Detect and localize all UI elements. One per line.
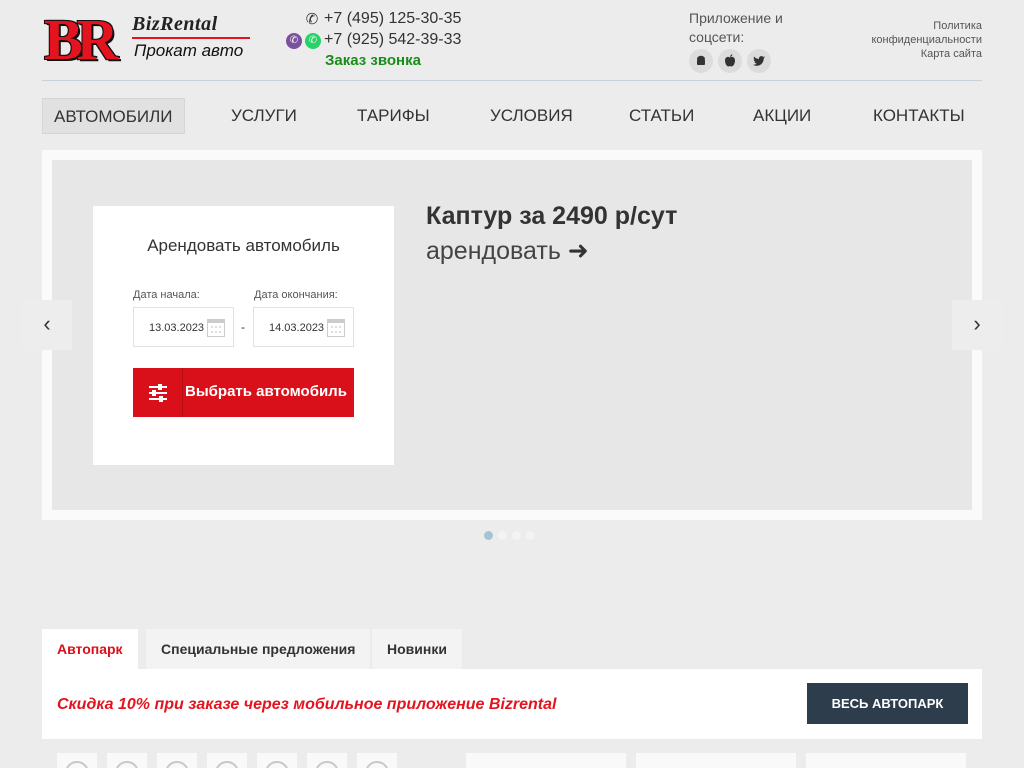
- slider-dot[interactable]: [484, 531, 493, 540]
- brand-logo[interactable]: [307, 753, 347, 768]
- tab-new[interactable]: Новинки: [372, 629, 462, 669]
- brand-logo[interactable]: [57, 753, 97, 768]
- slider-next-button[interactable]: ›: [952, 300, 1002, 350]
- brand-logo-icon: [65, 761, 89, 768]
- apple-icon[interactable]: [718, 49, 742, 73]
- brand-logo[interactable]: [157, 753, 197, 768]
- calendar-icon: [327, 319, 345, 337]
- slider-dot[interactable]: [512, 531, 521, 540]
- header-divider: [42, 80, 982, 81]
- phone-number[interactable]: +7 (925) 542-39-33: [324, 31, 461, 49]
- start-date-field[interactable]: 13.03.2023: [133, 307, 234, 347]
- apps-block: Приложение и соцсети:: [689, 9, 819, 73]
- slide-rent-link[interactable]: арендовать ➜: [426, 236, 589, 266]
- slider-dot[interactable]: [498, 531, 507, 540]
- slider-dot[interactable]: [526, 531, 535, 540]
- tab-special-offers[interactable]: Специальные предложения: [146, 629, 371, 669]
- start-date-label: Дата начала:: [133, 289, 200, 301]
- phone-block: ✆ +7 (495) 125-30-35 ✆ ✆ +7 (925) 542-39…: [286, 9, 486, 69]
- date-separator: -: [241, 320, 245, 334]
- brand-logo-icon: [165, 761, 189, 768]
- end-date-value: 14.03.2023: [269, 322, 325, 334]
- brand-logo-icon: [365, 761, 389, 768]
- brand-logo[interactable]: [207, 753, 247, 768]
- phone-row-primary[interactable]: ✆ +7 (495) 125-30-35: [286, 9, 486, 30]
- arrow-right-icon: ➜: [567, 237, 589, 265]
- choose-car-label: Выбрать автомобиль: [185, 383, 347, 400]
- android-icon[interactable]: [689, 49, 713, 73]
- promo-text: Скидка 10% при заказе через мобильное пр…: [57, 696, 557, 713]
- start-date-value: 13.03.2023: [149, 322, 205, 334]
- logo-tagline: Прокат авто: [134, 41, 244, 60]
- viber-icon[interactable]: ✆: [286, 33, 302, 49]
- site-logo[interactable]: BR BizRental Прокат авто: [44, 11, 252, 69]
- phone-row-mobile[interactable]: ✆ ✆ +7 (925) 542-39-33: [286, 30, 486, 51]
- nav-item-contacts[interactable]: Контакты: [862, 98, 976, 134]
- logo-mark: BR: [44, 7, 119, 72]
- main-nav: Автомобили Услуги Тарифы Условия Статьи …: [42, 98, 982, 134]
- brand-logo-icon: [115, 761, 139, 768]
- slider-prev-button[interactable]: ‹: [22, 300, 72, 350]
- booking-title: Арендовать автомобиль: [147, 236, 340, 255]
- logo-name: BizRental: [132, 13, 218, 35]
- booking-form: Арендовать автомобиль Дата начала: 13.03…: [93, 206, 394, 465]
- site-header: BR BizRental Прокат авто ✆ +7 (495) 125-…: [0, 0, 1024, 84]
- brand-logo-icon: [315, 761, 339, 768]
- phone-icon: ✆: [305, 11, 319, 28]
- chevron-left-icon: ‹: [43, 311, 51, 336]
- nav-item-services[interactable]: Услуги: [220, 98, 308, 134]
- phone-number[interactable]: +7 (495) 125-30-35: [324, 10, 461, 28]
- car-card[interactable]: [466, 753, 626, 768]
- tab-fleet[interactable]: Автопарк: [42, 629, 138, 669]
- all-fleet-button[interactable]: Весь автопарк: [807, 683, 968, 724]
- whatsapp-icon[interactable]: ✆: [305, 33, 321, 49]
- choose-car-button[interactable]: Выбрать автомобиль: [133, 368, 354, 417]
- nav-item-rates[interactable]: Тарифы: [346, 98, 441, 134]
- sitemap-link[interactable]: Карта сайта: [870, 47, 982, 61]
- car-card[interactable]: [636, 753, 796, 768]
- end-date-field[interactable]: 14.03.2023: [253, 307, 354, 347]
- callback-link[interactable]: Заказ звонка: [325, 52, 421, 69]
- nav-item-promotions[interactable]: Акции: [742, 98, 822, 134]
- brand-logo-icon: [215, 761, 239, 768]
- calendar-icon: [207, 319, 225, 337]
- promo-bar: Скидка 10% при заказе через мобильное пр…: [42, 669, 982, 739]
- slide-title: Каптур за 2490 р/сут: [426, 202, 678, 230]
- apps-title: Приложение и соцсети:: [689, 10, 783, 45]
- privacy-policy-link[interactable]: Политика конфиденциальности: [870, 19, 982, 47]
- filter-sliders-icon: [133, 368, 183, 417]
- nav-item-terms[interactable]: Условия: [479, 98, 584, 134]
- twitter-icon[interactable]: [747, 49, 771, 73]
- brand-logo[interactable]: [257, 753, 297, 768]
- end-date-label: Дата окончания:: [254, 289, 338, 301]
- brand-strip: [42, 741, 982, 768]
- chevron-right-icon: ›: [973, 311, 981, 336]
- car-card[interactable]: [806, 753, 966, 768]
- nav-item-cars[interactable]: Автомобили: [42, 98, 185, 134]
- slide-rent-label: арендовать: [426, 237, 561, 265]
- brand-logo-icon: [265, 761, 289, 768]
- brand-logo[interactable]: [357, 753, 397, 768]
- nav-item-articles[interactable]: Статьи: [618, 98, 705, 134]
- logo-underline: [132, 37, 250, 39]
- brand-logo[interactable]: [107, 753, 147, 768]
- header-links: Политика конфиденциальности Карта сайта: [870, 19, 982, 61]
